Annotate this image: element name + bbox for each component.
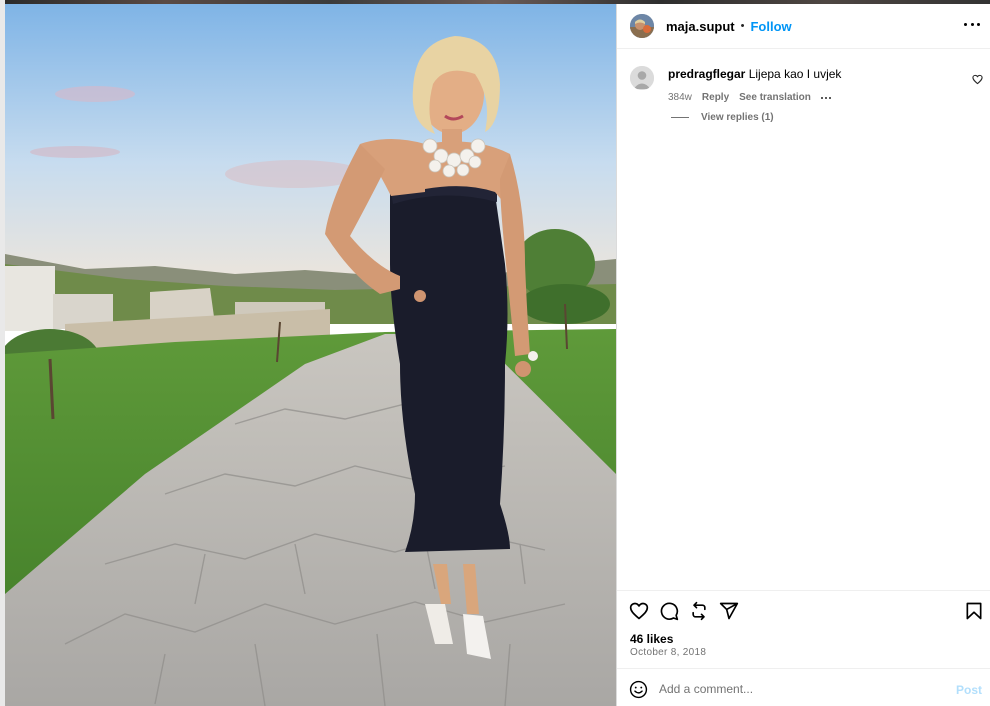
author-username[interactable]: maja.suput (666, 19, 735, 34)
action-icons-row (617, 591, 990, 631)
post-image[interactable] (5, 4, 616, 706)
header-separator: • (740, 20, 745, 32)
action-bar (617, 590, 990, 631)
view-replies-label: View replies (1) (701, 112, 774, 123)
see-translation-button[interactable]: See translation (739, 92, 811, 103)
comment-options-icon[interactable] (820, 96, 831, 99)
heart-icon[interactable] (629, 601, 649, 621)
share-icon[interactable] (719, 601, 739, 621)
likes-count[interactable]: 46 likes (630, 632, 673, 646)
repost-icon[interactable] (689, 601, 709, 621)
comment-meta: 384w Reply See translation (668, 92, 968, 103)
bookmark-icon[interactable] (964, 601, 984, 621)
comment-text: Lijepa kao I uvjek (748, 67, 842, 81)
more-options-icon[interactable] (964, 16, 980, 32)
commenter-avatar[interactable] (630, 66, 654, 90)
comment-text-line: predragflegar Lijepa kao I uvjek (668, 66, 968, 82)
follow-button[interactable]: Follow (750, 19, 791, 34)
author-avatar[interactable] (630, 14, 654, 38)
post-side-panel: maja.suput • Follow predragflegar Lijepa… (616, 4, 990, 706)
comment-icon[interactable] (659, 601, 679, 621)
comment-age[interactable]: 384w (668, 92, 692, 103)
commenter-username[interactable]: predragflegar (668, 67, 745, 81)
view-replies-button[interactable]: View replies (1) (671, 112, 774, 123)
comment-input[interactable] (659, 678, 939, 700)
comment-like-heart-icon[interactable] (972, 74, 983, 85)
post-comment-button[interactable]: Post (956, 683, 982, 697)
post-header: maja.suput • Follow (617, 4, 990, 49)
comment-body: predragflegar Lijepa kao I uvjek 384w Re… (668, 66, 968, 103)
replies-divider-line (671, 117, 689, 118)
emoji-icon[interactable] (629, 680, 648, 699)
post-photo (5, 4, 616, 706)
post-date[interactable]: October 8, 2018 (630, 647, 706, 658)
add-comment-bar: Post (617, 668, 990, 706)
reply-button[interactable]: Reply (702, 92, 729, 103)
